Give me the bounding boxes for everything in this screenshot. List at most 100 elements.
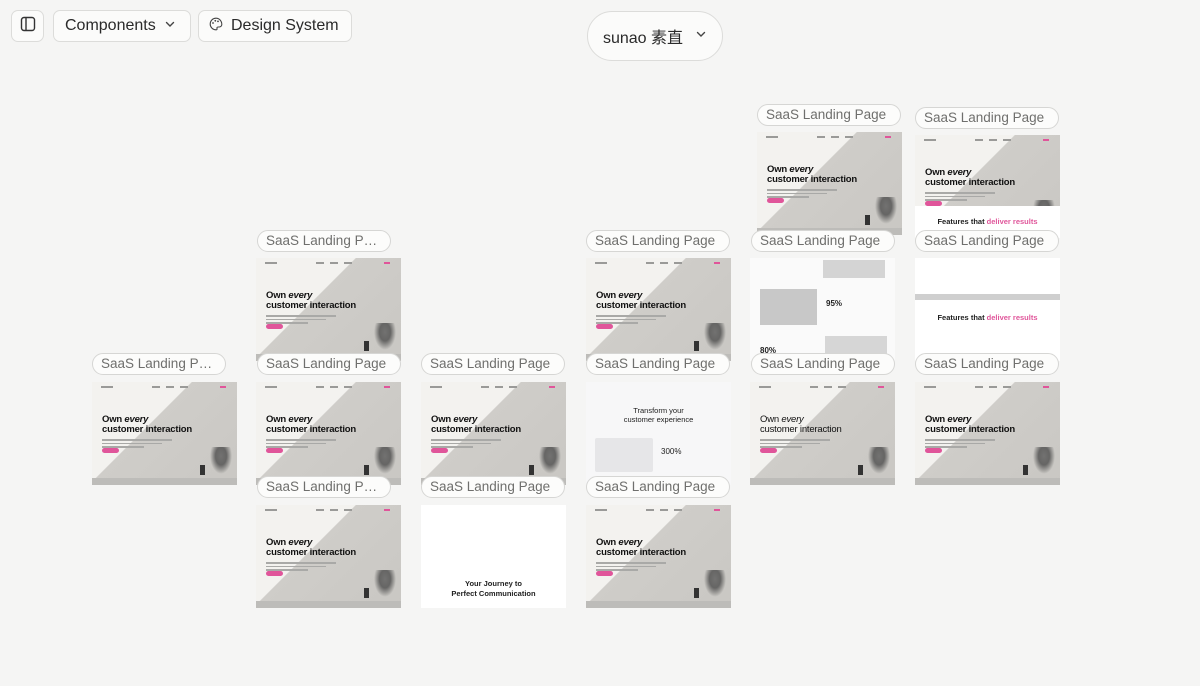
- features-title-start: Features that: [937, 313, 987, 322]
- preview-nav: [421, 382, 566, 392]
- component-card-label[interactable]: SaaS Landing Page: [915, 230, 1059, 252]
- preview-photo: [823, 260, 885, 278]
- hero-heading: Own every customer interaction: [431, 415, 521, 434]
- component-preview[interactable]: Own every customer interaction: [915, 382, 1060, 485]
- hero-heading: Own every customer interaction: [596, 538, 686, 557]
- component-card-label[interactable]: SaaS Landing Page: [757, 104, 901, 126]
- canvas[interactable]: Own every customer interaction Own every c…: [0, 0, 1200, 686]
- component-card-label[interactable]: SaaS Landing Page: [257, 230, 391, 252]
- palm-illustration: [208, 447, 234, 477]
- component-card-label[interactable]: SaaS Landing Page: [586, 476, 730, 498]
- component-preview[interactable]: Own every customer interaction: [256, 505, 401, 608]
- features-title-accent: deliver results: [986, 313, 1038, 322]
- preview-nav: [256, 382, 401, 392]
- preview-nav: [256, 258, 401, 268]
- stat-value: 300%: [661, 447, 682, 456]
- component-card-label[interactable]: SaaS Landing Page: [751, 230, 895, 252]
- component-card-label[interactable]: SaaS Landing Page: [751, 353, 895, 375]
- component-preview[interactable]: Own every customer interaction: [92, 382, 237, 485]
- component-preview[interactable]: Your Journey to Perfect Communication: [421, 505, 566, 608]
- features-title-start: Features that: [937, 217, 987, 226]
- preview-floor: [92, 478, 237, 485]
- hero-cta-button: [767, 198, 784, 203]
- hero-cta-button: [596, 324, 613, 329]
- features-title: Features that deliver results: [915, 313, 1060, 322]
- figure-illustration: [865, 215, 870, 225]
- palm-illustration: [866, 447, 892, 477]
- component-preview[interactable]: Own every customer interaction: [586, 505, 731, 608]
- component-preview[interactable]: Features that deliver results: [915, 258, 1060, 361]
- hero-heading-end: customer interaction: [767, 173, 857, 185]
- component-preview[interactable]: Own every customer interaction: [757, 132, 902, 235]
- preview-nav: [750, 382, 895, 392]
- hero-heading-end: customer interaction: [266, 299, 356, 311]
- journey-title-line1: Your Journey to: [465, 579, 522, 588]
- palm-illustration: [537, 447, 563, 477]
- hero-heading: Own every customer interaction: [925, 415, 1015, 434]
- hero-heading-end: customer interaction: [925, 176, 1015, 188]
- palm-illustration: [372, 323, 398, 353]
- preview-nav: [256, 505, 401, 515]
- hero-cta-button: [596, 571, 613, 576]
- hero-heading-end: customer interaction: [431, 423, 521, 435]
- preview-floor: [256, 601, 401, 608]
- palm-illustration: [702, 570, 728, 600]
- hero-heading-end: customer interaction: [102, 423, 192, 435]
- component-card-label[interactable]: SaaS Landing Page: [257, 476, 391, 498]
- hero-heading: Own every customer interaction: [596, 291, 686, 310]
- component-card-label[interactable]: SaaS Landing Page: [915, 353, 1059, 375]
- features-title: Features that deliver results: [915, 217, 1060, 226]
- figure-illustration: [200, 465, 205, 475]
- component-card-label[interactable]: SaaS Landing Page: [421, 353, 565, 375]
- preview-placeholder-box: [595, 438, 653, 472]
- component-preview[interactable]: Own every customer interaction Features t…: [915, 135, 1060, 238]
- palm-illustration: [372, 447, 398, 477]
- hero-cta-button: [431, 448, 448, 453]
- hero-heading: Own every customer interaction: [102, 415, 192, 434]
- hero-heading-end: customer interaction: [760, 423, 842, 435]
- hero-heading: Own every customer interaction: [266, 538, 356, 557]
- figure-illustration: [1023, 465, 1028, 475]
- journey-title-line2: Perfect Communication: [451, 589, 536, 598]
- figure-illustration: [694, 341, 699, 351]
- preview-floor: [750, 478, 895, 485]
- transform-title-line2: customer experience: [623, 415, 694, 424]
- preview-nav: [586, 505, 731, 515]
- component-card-label[interactable]: SaaS Landing Page: [586, 353, 730, 375]
- preview-nav: [915, 135, 1060, 145]
- component-preview[interactable]: Transform your customer experience 300%: [586, 382, 731, 485]
- hero-heading-end: customer interaction: [266, 546, 356, 558]
- hero-heading: Own every customer interaction: [767, 165, 857, 184]
- figure-illustration: [364, 341, 369, 351]
- component-card-label[interactable]: SaaS Landing Page: [421, 476, 565, 498]
- component-preview[interactable]: Own every customer interaction: [750, 382, 895, 485]
- component-preview[interactable]: Own every customer interaction: [256, 258, 401, 361]
- hero-heading-end: customer interaction: [266, 423, 356, 435]
- palm-illustration: [873, 197, 899, 227]
- hero-heading-end: customer interaction: [596, 546, 686, 558]
- hero-heading: Own every customer interaction: [760, 415, 842, 434]
- preview-nav: [757, 132, 902, 142]
- hero-heading: Own every customer interaction: [925, 168, 1015, 187]
- component-card-label[interactable]: SaaS Landing Page: [586, 230, 730, 252]
- preview-divider: [915, 294, 1060, 300]
- hero-cta-button: [102, 448, 119, 453]
- hero-cta-button: [760, 448, 777, 453]
- hero-heading-end: customer interaction: [596, 299, 686, 311]
- preview-floor: [915, 478, 1060, 485]
- component-card-label[interactable]: SaaS Landing Page: [92, 353, 226, 375]
- component-preview[interactable]: Own every customer interaction: [256, 382, 401, 485]
- palm-illustration: [372, 570, 398, 600]
- figure-illustration: [858, 465, 863, 475]
- figure-illustration: [364, 465, 369, 475]
- hero-heading: Own every customer interaction: [266, 415, 356, 434]
- component-preview[interactable]: Own every customer interaction: [421, 382, 566, 485]
- hero-cta-button: [925, 448, 942, 453]
- hero-heading-end: customer interaction: [925, 423, 1015, 435]
- figure-illustration: [364, 588, 369, 598]
- component-card-label[interactable]: SaaS Landing Page: [257, 353, 401, 375]
- component-preview[interactable]: 95% 80%: [750, 258, 895, 361]
- component-card-label[interactable]: SaaS Landing Page: [915, 107, 1059, 129]
- component-preview[interactable]: Own every customer interaction: [586, 258, 731, 361]
- preview-nav: [586, 258, 731, 268]
